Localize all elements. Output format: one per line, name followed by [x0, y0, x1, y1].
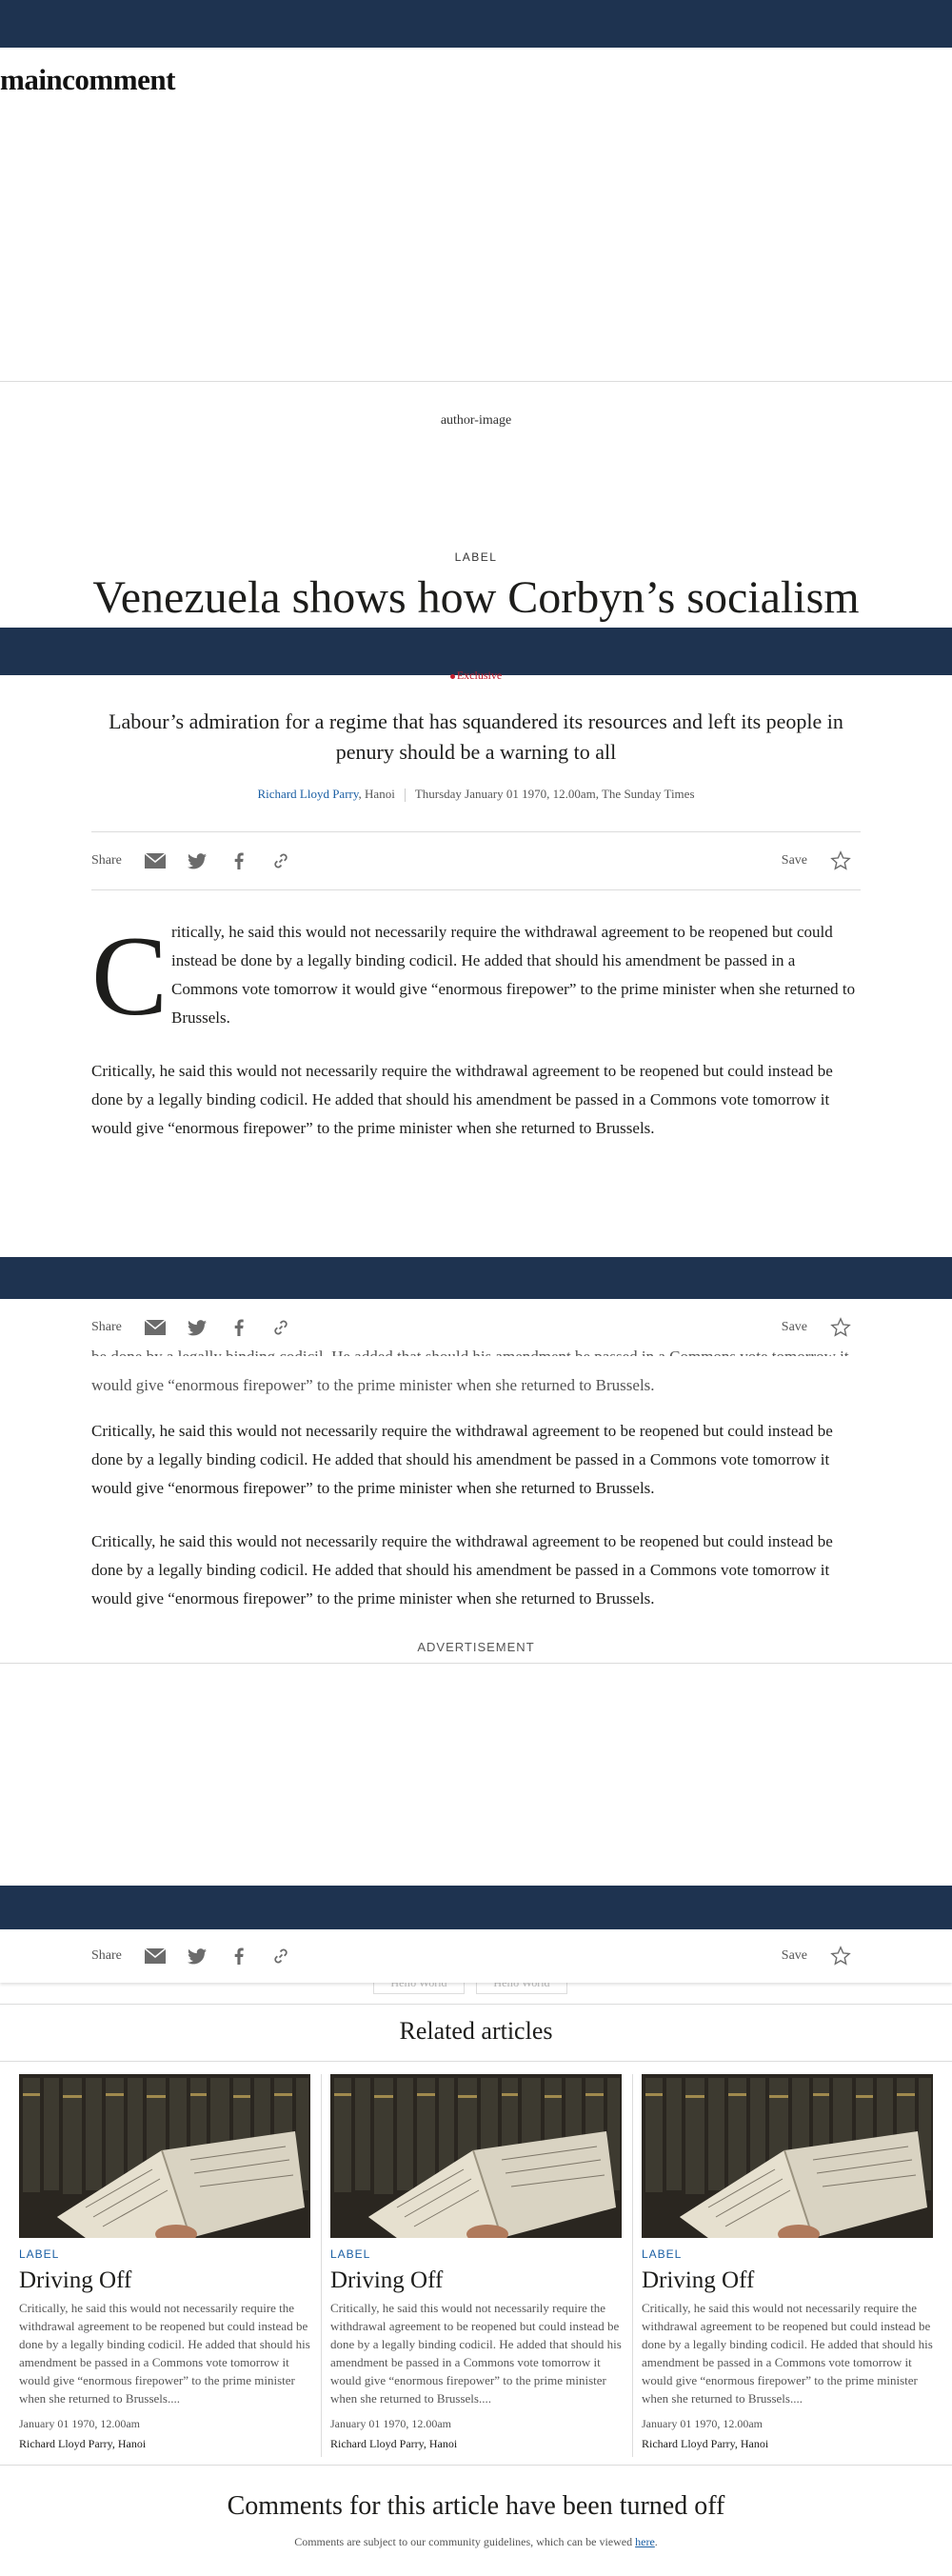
related-card-date: January 01 1970, 12.00am [330, 2417, 451, 2430]
related-divider-bottom [0, 2061, 952, 2062]
article-paragraph: Critically, he said this would not neces… [91, 1062, 833, 1137]
sticky-bar-mask [0, 1356, 952, 1366]
related-card[interactable]: LABEL Driving Off Critically, he said th… [642, 2074, 933, 2451]
article-paragraph-dropcap: ritically, he said this would not necess… [171, 918, 861, 1032]
related-card-date: January 01 1970, 12.00am [19, 2417, 140, 2430]
star-icon[interactable] [830, 1317, 851, 1338]
share-label: Share [91, 853, 122, 868]
facebook-icon[interactable] [228, 1317, 249, 1338]
author-image: author-image [440, 413, 512, 428]
link-icon[interactable] [270, 1317, 291, 1338]
share-divider-bottom [91, 889, 861, 890]
save-button[interactable]: Save [782, 1948, 807, 1964]
drop-cap: C [91, 912, 169, 1039]
link-icon[interactable] [270, 850, 291, 871]
link-icon[interactable] [270, 1946, 291, 1967]
comments-note-end: . [654, 2535, 658, 2548]
related-card-date: January 01 1970, 12.00am [642, 2417, 763, 2430]
related-card-summary: Critically, he said this would not neces… [642, 2301, 933, 2406]
related-card-image[interactable] [330, 2074, 622, 2238]
share-label: Share [91, 1948, 122, 1963]
site-logo[interactable]: maincomment [0, 63, 175, 97]
article-paragraph: Critically, he said this would not neces… [91, 1532, 833, 1608]
related-card-author: Richard Lloyd Parry, Hanoi [642, 2437, 769, 2450]
sticky-nav-bar-3 [0, 1886, 952, 1931]
save-button[interactable]: Save [782, 1320, 807, 1335]
facebook-icon[interactable] [228, 1946, 249, 1967]
exclusive-flag: Exclusive [0, 669, 952, 683]
sticky-share-bar: Share Save [0, 1929, 952, 1983]
card-divider [632, 2074, 633, 2457]
related-card-label: LABEL [642, 2247, 683, 2261]
star-icon[interactable] [830, 1946, 851, 1967]
share-bar: Share Save [91, 832, 861, 889]
exclusive-label: Exclusive [456, 669, 503, 682]
related-card-image[interactable] [19, 2074, 310, 2238]
save-button[interactable]: Save [782, 853, 807, 869]
comments-note-text: Comments are subject to our community gu… [294, 2535, 636, 2548]
related-card-summary: Critically, he said this would not neces… [19, 2301, 310, 2406]
comments-divider [0, 2465, 952, 2466]
header-divider [0, 381, 952, 382]
advertisement-label: ADVERTISEMENT [417, 1640, 535, 1654]
related-card[interactable]: LABEL Driving Off Critically, he said th… [19, 2074, 310, 2451]
article-headline: Venezuela shows how Corbyn’s socialism [92, 572, 860, 623]
related-card-summary: Critically, he said this would not neces… [330, 2301, 622, 2406]
email-icon[interactable] [145, 1946, 166, 1967]
byline-location: , Hanoi [358, 787, 395, 801]
byline-date: Thursday January 01 1970, 12.00am, The S… [414, 787, 695, 801]
article-paragraph-partial: be done by a legally binding codicil. He… [91, 1348, 849, 1394]
sticky-nav-bar-2 [0, 1257, 952, 1305]
comments-note: Comments are subject to our community gu… [0, 2535, 952, 2549]
email-icon[interactable] [145, 1317, 166, 1338]
related-card-label: LABEL [330, 2247, 371, 2261]
related-card[interactable]: LABEL Driving Off Critically, he said th… [330, 2074, 622, 2451]
star-icon[interactable] [830, 850, 851, 871]
related-card-image[interactable] [642, 2074, 933, 2238]
facebook-icon[interactable] [228, 850, 249, 871]
related-card-label: LABEL [19, 2247, 60, 2261]
related-card-author: Richard Lloyd Parry, Hanoi [19, 2437, 147, 2450]
twitter-icon[interactable] [187, 850, 208, 871]
community-guidelines-link[interactable]: here [635, 2535, 655, 2548]
byline-author-link[interactable]: Richard Lloyd Parry [258, 787, 359, 801]
related-card-title[interactable]: Driving Off [330, 2266, 622, 2295]
article-paragraph: Critically, he said this would not neces… [91, 1422, 833, 1497]
share-label: Share [91, 1320, 122, 1334]
card-divider [321, 2074, 322, 2457]
exclusive-dot-icon [449, 673, 455, 679]
related-card-title[interactable]: Driving Off [642, 2266, 933, 2295]
byline-divider [404, 789, 406, 803]
related-divider-top [0, 2004, 952, 2005]
article-standfirst: Labour’s admiration for a regime that ha… [109, 709, 843, 764]
article-label: LABEL [454, 550, 498, 564]
dropcap-paragraph-text: ritically, he said this would not necess… [171, 923, 856, 1027]
twitter-icon[interactable] [187, 1946, 208, 1967]
related-card-title[interactable]: Driving Off [19, 2266, 310, 2295]
related-card-author: Richard Lloyd Parry, Hanoi [330, 2437, 458, 2450]
advert-divider [0, 1663, 952, 1664]
related-articles-title: Related articles [399, 2017, 553, 2045]
article-byline: Richard Lloyd Parry, Hanoi Thursday Janua… [0, 787, 952, 803]
top-nav-bar [0, 0, 952, 48]
email-icon[interactable] [145, 850, 166, 871]
comments-title: Comments for this article have been turn… [227, 2491, 725, 2521]
twitter-icon[interactable] [187, 1317, 208, 1338]
